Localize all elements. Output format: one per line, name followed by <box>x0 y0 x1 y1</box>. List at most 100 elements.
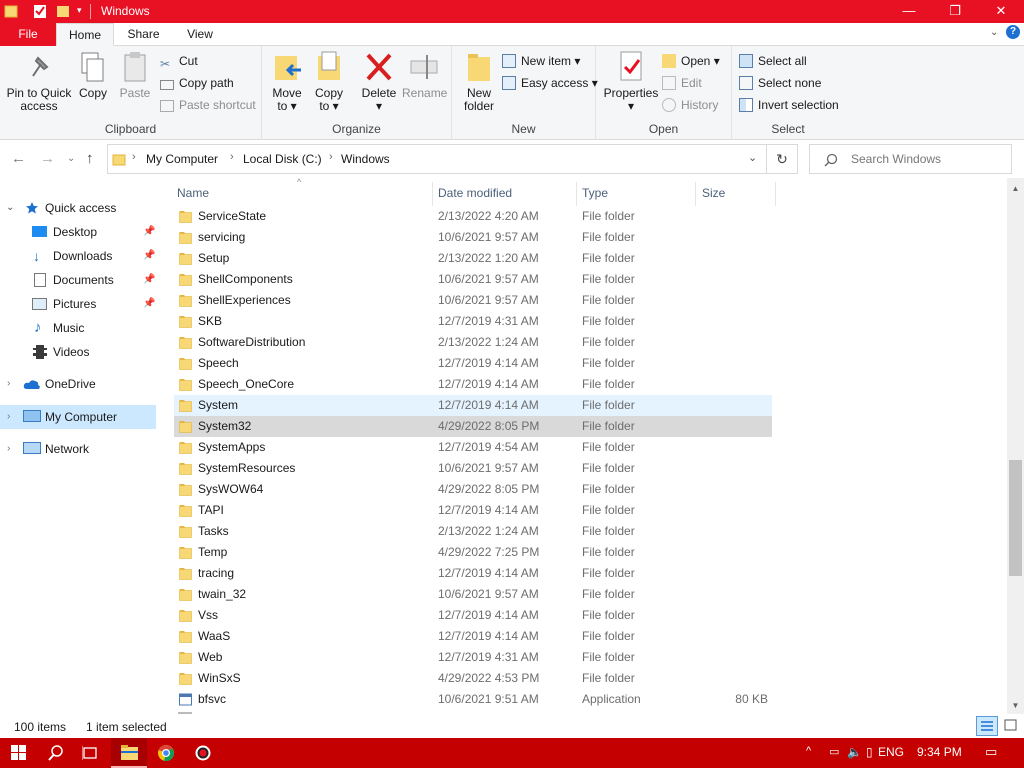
column-divider[interactable] <box>695 182 696 206</box>
file-row[interactable]: WinSxS 4/29/2022 4:53 PM File folder <box>174 668 772 689</box>
column-header-size[interactable]: Size <box>702 178 772 206</box>
column-header-type[interactable]: Type <box>582 178 692 206</box>
column-divider[interactable] <box>576 182 577 206</box>
pin-icon[interactable]: 📌 <box>143 268 155 292</box>
breadcrumb-windows[interactable]: Windows <box>341 152 390 166</box>
address-dropdown-chevron-icon[interactable]: ⌄ <box>748 151 757 164</box>
nav-downloads[interactable]: ↓ Downloads 📌 <box>0 244 156 268</box>
breadcrumb-local-disk[interactable]: Local Disk (C:) <box>243 152 322 166</box>
breadcrumb-separator-icon[interactable]: › <box>230 151 234 163</box>
up-arrow-icon[interactable]: ↑ <box>86 150 94 167</box>
select-none-button[interactable]: Select none <box>739 73 821 93</box>
properties-button[interactable]: Properties ▾ <box>602 50 660 113</box>
task-view-button[interactable] <box>72 738 108 768</box>
file-row[interactable]: twain_32 10/6/2021 9:57 AM File folder <box>174 584 772 605</box>
collapsed-chevron-icon[interactable]: › <box>7 372 10 396</box>
search-box[interactable]: Search Windows <box>809 144 1012 174</box>
nav-onedrive[interactable]: › OneDrive <box>0 372 156 396</box>
column-header-name[interactable]: Name <box>177 178 431 206</box>
copy-to-button[interactable]: Copy to ▾ <box>310 50 348 113</box>
new-folder-qa-icon[interactable] <box>56 3 70 20</box>
file-row[interactable]: SystemApps 12/7/2019 4:54 AM File folder <box>174 437 772 458</box>
action-center-icon[interactable]: ▭ <box>985 744 997 760</box>
file-row[interactable]: SKB 12/7/2019 4:31 AM File folder <box>174 311 772 332</box>
copy-path-button[interactable]: Copy path <box>160 73 234 93</box>
breadcrumb-separator-icon[interactable]: › <box>132 151 136 163</box>
new-folder-button[interactable]: New folder <box>459 50 499 113</box>
nav-network[interactable]: › Network <box>0 437 156 461</box>
file-row[interactable]: System32 4/29/2022 8:05 PM File folder <box>174 416 772 437</box>
history-button[interactable]: History <box>662 95 718 115</box>
nav-videos[interactable]: Videos <box>0 340 156 364</box>
tab-share[interactable]: Share <box>116 23 171 46</box>
address-bar[interactable]: › My Computer › Local Disk (C:) › Window… <box>107 144 767 174</box>
nav-desktop[interactable]: Desktop 📌 <box>0 220 156 244</box>
invert-selection-button[interactable]: Invert selection <box>739 95 839 115</box>
start-button[interactable] <box>0 738 36 768</box>
tab-home[interactable]: Home <box>56 23 114 46</box>
notification-center-tray-icon[interactable]: ▭ <box>829 745 839 758</box>
file-row[interactable]: SysWOW64 4/29/2022 8:05 PM File folder <box>174 479 772 500</box>
easy-access-button[interactable]: Easy access ▾ <box>502 73 598 93</box>
file-row[interactable]: Setup 2/13/2022 1:20 AM File folder <box>174 248 772 269</box>
rename-button[interactable]: Rename <box>402 50 447 100</box>
tab-file[interactable]: File <box>0 23 56 46</box>
chrome-taskbar-button[interactable] <box>148 738 184 768</box>
minimize-button[interactable]: — <box>886 0 932 23</box>
nav-documents[interactable]: Documents 📌 <box>0 268 156 292</box>
refresh-button[interactable]: ↻ <box>767 144 798 174</box>
recent-locations-chevron-icon[interactable]: ⌄ <box>67 153 75 164</box>
file-row[interactable]: tracing 12/7/2019 4:14 AM File folder <box>174 563 772 584</box>
paste-button[interactable]: Paste <box>116 50 154 100</box>
scroll-up-arrow-icon[interactable]: ▲ <box>1007 180 1024 197</box>
column-divider[interactable] <box>432 182 433 206</box>
copy-button[interactable]: Copy <box>76 50 110 100</box>
breadcrumb-my-computer[interactable]: My Computer <box>146 152 218 166</box>
open-button[interactable]: Open ▾ <box>662 51 720 71</box>
nav-my-computer[interactable]: › My Computer <box>0 405 156 429</box>
pin-to-quick-access-button[interactable]: Pin to Quick access <box>4 50 74 113</box>
search-taskbar-button[interactable] <box>38 738 74 768</box>
maximize-button[interactable]: ❐ <box>932 0 978 23</box>
scroll-down-arrow-icon[interactable]: ▼ <box>1007 697 1024 714</box>
paste-shortcut-button[interactable]: Paste shortcut <box>160 95 256 115</box>
delete-button[interactable]: Delete ▾ <box>358 50 400 113</box>
back-arrow-icon[interactable]: ← <box>11 150 26 167</box>
tab-view[interactable]: View <box>171 23 229 46</box>
pin-icon[interactable]: 📌 <box>143 244 155 268</box>
file-row[interactable]: Vss 12/7/2019 4:14 AM File folder <box>174 605 772 626</box>
file-row[interactable]: System 12/7/2019 4:14 AM File folder <box>174 395 772 416</box>
breadcrumb-separator-icon[interactable]: › <box>329 151 333 163</box>
move-to-button[interactable]: Move to ▾ <box>268 50 306 113</box>
properties-qa-icon[interactable] <box>33 3 47 20</box>
pin-icon[interactable]: 📌 <box>143 292 155 316</box>
column-header-date-modified[interactable]: Date modified <box>438 178 576 206</box>
nav-quick-access[interactable]: ⌄ Quick access <box>0 196 156 220</box>
new-item-button[interactable]: New item ▾ <box>502 51 580 71</box>
help-icon[interactable]: ? <box>1006 25 1020 39</box>
collapsed-chevron-icon[interactable]: › <box>7 405 10 429</box>
file-row[interactable]: TAPI 12/7/2019 4:14 AM File folder <box>174 500 772 521</box>
file-row[interactable]: bfsvc 10/6/2021 9:51 AM Application 80 KB <box>174 689 772 710</box>
select-all-button[interactable]: Select all <box>739 51 807 71</box>
network-tray-icon[interactable]: ▯ <box>866 745 873 759</box>
close-button[interactable]: ✕ <box>978 0 1024 23</box>
large-icons-view-button[interactable] <box>1000 716 1022 736</box>
speaker-icon[interactable]: 🔈 <box>847 745 862 759</box>
file-row[interactable]: ShellComponents 10/6/2021 9:57 AM File fol… <box>174 269 772 290</box>
file-row[interactable]: WaaS 12/7/2019 4:14 AM File folder <box>174 626 772 647</box>
details-view-button[interactable] <box>976 716 998 736</box>
expanded-chevron-icon[interactable]: ⌄ <box>6 196 14 220</box>
file-explorer-taskbar-button[interactable] <box>111 738 147 768</box>
file-row[interactable]: Web 12/7/2019 4:31 AM File folder <box>174 647 772 668</box>
file-row[interactable]: Tasks 2/13/2022 1:24 AM File folder <box>174 521 772 542</box>
pin-icon[interactable]: 📌 <box>143 220 155 244</box>
collapse-ribbon-icon[interactable]: ⌄ <box>990 27 998 38</box>
nav-pictures[interactable]: Pictures 📌 <box>0 292 156 316</box>
file-row[interactable]: Speech_OneCore 12/7/2019 4:14 AM File fold… <box>174 374 772 395</box>
file-row[interactable]: Temp 4/29/2022 7:25 PM File folder <box>174 542 772 563</box>
nav-music[interactable]: ♪ Music <box>0 316 156 340</box>
file-row[interactable]: ServiceState 2/13/2022 4:20 AM File folder <box>174 206 772 227</box>
input-language[interactable]: ENG <box>878 745 904 759</box>
cut-button[interactable]: ✂ Cut <box>160 51 198 71</box>
